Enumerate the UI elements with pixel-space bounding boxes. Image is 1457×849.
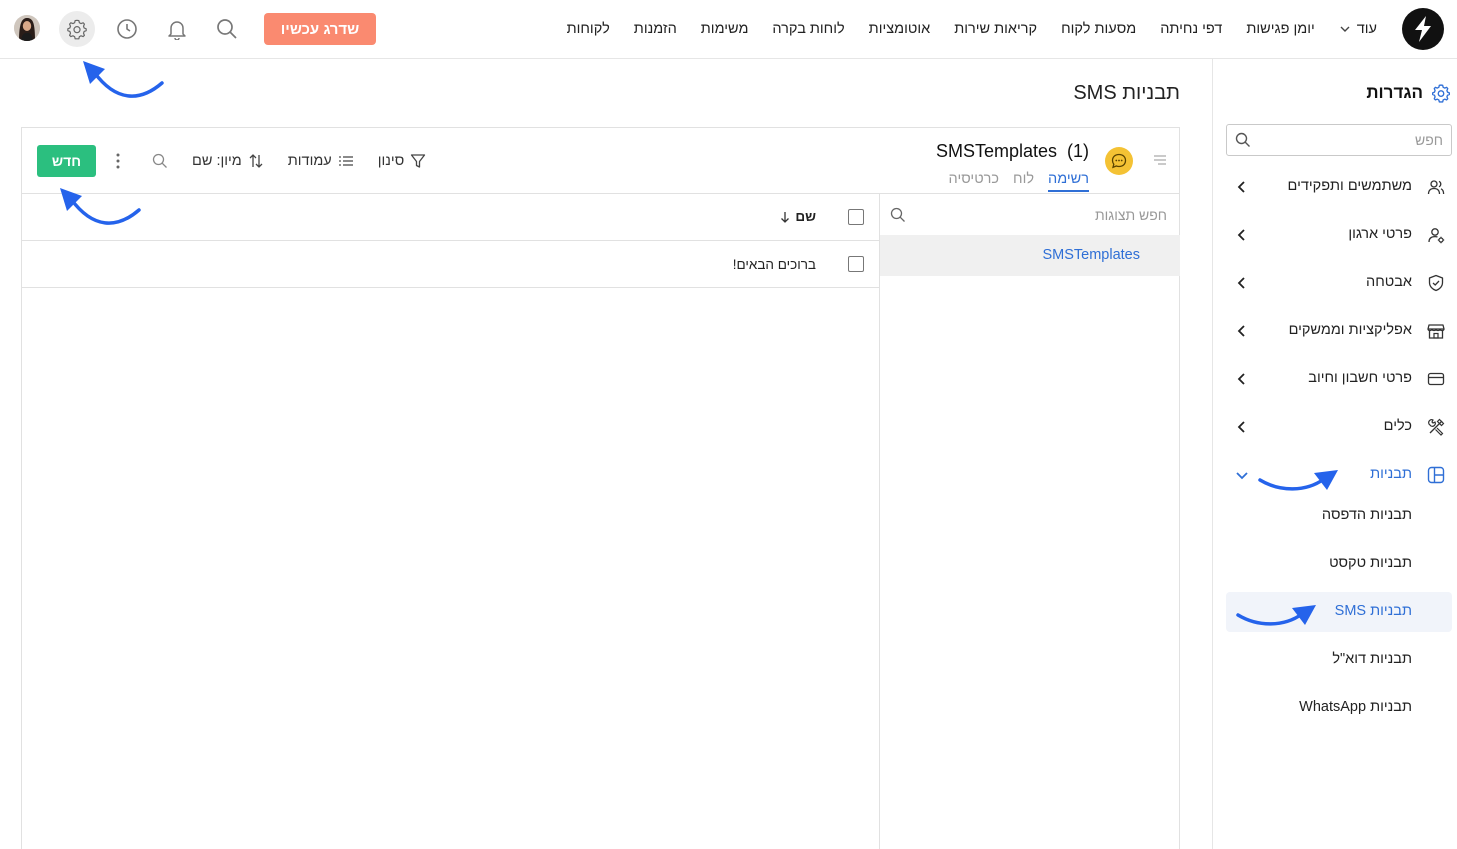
chevron-left-icon bbox=[1237, 373, 1245, 385]
entity-title: SMSTemplates (1) bbox=[935, 141, 1089, 161]
chevron-left-icon bbox=[1237, 325, 1245, 337]
sidebar-item-org-details[interactable]: פרטי ארגון bbox=[1226, 215, 1452, 255]
credit-card-icon bbox=[1427, 372, 1445, 386]
store-icon bbox=[1427, 324, 1445, 339]
view-switcher: רשימה לוח כרטיסיה bbox=[949, 171, 1089, 192]
tab-card-view[interactable]: כרטיסיה bbox=[949, 171, 999, 192]
tools-icon bbox=[1428, 418, 1445, 436]
search-button[interactable] bbox=[212, 14, 242, 44]
column-header-name[interactable]: שם bbox=[779, 209, 816, 224]
settings-sidebar: הגדרות משתמשים ותפקידים פרטי ארגון bbox=[1212, 59, 1457, 849]
nav-service-calls[interactable]: קריאות שירות bbox=[954, 21, 1037, 37]
search-icon bbox=[1235, 132, 1250, 147]
lightning-logo-icon bbox=[1415, 16, 1431, 42]
view-list-item[interactable]: SMSTemplates bbox=[880, 235, 1180, 276]
settings-search-box bbox=[1226, 124, 1452, 156]
clock-icon bbox=[117, 19, 137, 39]
users-icon bbox=[1427, 180, 1445, 195]
sidebar-subitem-whatsapp-templates[interactable]: תבניות WhatsApp bbox=[1226, 688, 1452, 728]
sms-entity-badge bbox=[1105, 147, 1133, 175]
filter-icon bbox=[411, 154, 426, 168]
panel-header: SMSTemplates (1) רשימה לוח כרטיסיה מיון:… bbox=[22, 128, 1179, 194]
top-navigation-bar: לקוחות הזמנות משימות לוחות בקרה אוטומציו… bbox=[0, 0, 1457, 59]
sort-arrows-icon bbox=[249, 154, 263, 168]
new-template-button[interactable]: חדש bbox=[37, 145, 96, 177]
nav-more[interactable]: עוד bbox=[1339, 21, 1377, 37]
views-search-input[interactable] bbox=[927, 206, 1167, 223]
sidebar-item-templates[interactable]: תבניות bbox=[1226, 455, 1452, 495]
app-logo[interactable] bbox=[1402, 8, 1444, 50]
settings-header: הגדרות bbox=[1366, 83, 1451, 103]
page-title: תבניות SMS bbox=[1073, 82, 1180, 104]
nav-automations[interactable]: אוטומציות bbox=[869, 21, 931, 37]
sidebar-item-users-roles[interactable]: משתמשים ותפקידים bbox=[1226, 167, 1452, 207]
user-photo-icon bbox=[14, 15, 40, 41]
bell-icon bbox=[168, 21, 186, 40]
gear-icon bbox=[67, 19, 87, 40]
chevron-down-icon bbox=[1236, 472, 1248, 480]
sidebar-subitem-text-templates[interactable]: תבניות טקסט bbox=[1226, 544, 1452, 584]
main-nav: לקוחות הזמנות משימות לוחות בקרה אוטומציו… bbox=[567, 0, 1377, 58]
settings-title: הגדרות bbox=[1366, 83, 1423, 102]
select-all-checkbox[interactable] bbox=[848, 209, 864, 225]
templates-panel: SMSTemplates (1) רשימה לוח כרטיסיה מיון:… bbox=[21, 127, 1180, 849]
gear-icon bbox=[1432, 84, 1450, 103]
toolbar: מיון: שם עמודות סינון bbox=[152, 150, 426, 172]
search-icon bbox=[152, 153, 167, 168]
sidebar-item-account-billing[interactable]: פרטי חשבון וחיוב bbox=[1226, 359, 1452, 399]
sidebar-item-tools[interactable]: כלים bbox=[1226, 407, 1452, 447]
settings-search-input[interactable] bbox=[1273, 132, 1443, 148]
lines-icon[interactable] bbox=[1153, 154, 1167, 166]
notifications-button[interactable] bbox=[162, 14, 192, 44]
filter-button[interactable]: סינון bbox=[378, 153, 426, 169]
views-search-box bbox=[880, 194, 1180, 235]
chevron-left-icon bbox=[1237, 277, 1245, 289]
search-icon bbox=[217, 19, 237, 39]
sidebar-item-apps-integrations[interactable]: אפליקציות וממשקים bbox=[1226, 311, 1452, 351]
chevron-left-icon bbox=[1237, 229, 1245, 241]
nav-orders[interactable]: הזמנות bbox=[634, 21, 677, 37]
nav-customers[interactable]: לקוחות bbox=[567, 21, 610, 37]
sidebar-subitem-print-templates[interactable]: תבניות הדפסה bbox=[1226, 496, 1452, 536]
columns-button[interactable]: עמודות bbox=[288, 153, 354, 169]
nav-dashboards[interactable]: לוחות בקרה bbox=[772, 21, 844, 37]
table-row[interactable]: ברוכים הבאים! bbox=[22, 241, 879, 288]
grid-search-button[interactable] bbox=[152, 153, 168, 169]
list-columns-icon bbox=[338, 156, 353, 166]
tab-list-view[interactable]: רשימה bbox=[1048, 171, 1089, 192]
nav-meeting-calendar[interactable]: יומן פגישות bbox=[1246, 21, 1314, 37]
nav-tasks[interactable]: משימות bbox=[701, 21, 749, 37]
chevron-left-icon bbox=[1237, 181, 1245, 193]
more-options-icon[interactable] bbox=[110, 152, 126, 170]
chat-bubble-icon bbox=[1111, 153, 1127, 169]
chevron-down-icon bbox=[1340, 26, 1350, 32]
annotation-arrow-icon bbox=[83, 61, 164, 98]
chevron-left-icon bbox=[1237, 421, 1245, 433]
settings-button[interactable] bbox=[59, 11, 95, 47]
search-icon bbox=[890, 207, 905, 222]
history-button[interactable] bbox=[112, 14, 142, 44]
sidebar-item-security[interactable]: אבטחה bbox=[1226, 263, 1452, 303]
sort-button[interactable]: מיון: שם bbox=[192, 153, 264, 169]
shield-icon bbox=[1428, 274, 1444, 292]
row-checkbox[interactable] bbox=[848, 256, 864, 272]
views-pane: SMSTemplates bbox=[879, 194, 1180, 849]
nav-customer-journeys[interactable]: מסעות לקוח bbox=[1061, 21, 1136, 37]
nav-landing-pages[interactable]: דפי נחיתה bbox=[1160, 21, 1222, 37]
user-avatar[interactable] bbox=[14, 15, 40, 41]
layout-icon bbox=[1427, 466, 1445, 484]
cell-template-name[interactable]: ברוכים הבאים! bbox=[733, 257, 816, 272]
upgrade-now-button[interactable]: שדרג עכשיו bbox=[264, 13, 376, 45]
tab-board-view[interactable]: לוח bbox=[1013, 171, 1034, 192]
org-user-icon bbox=[1428, 228, 1445, 244]
grid-header-row: שם bbox=[22, 194, 879, 241]
sidebar-subitem-sms-templates[interactable]: תבניות SMS bbox=[1226, 592, 1452, 632]
arrow-down-icon bbox=[781, 211, 790, 223]
sidebar-subitem-email-templates[interactable]: תבניות דוא"ל bbox=[1226, 640, 1452, 680]
